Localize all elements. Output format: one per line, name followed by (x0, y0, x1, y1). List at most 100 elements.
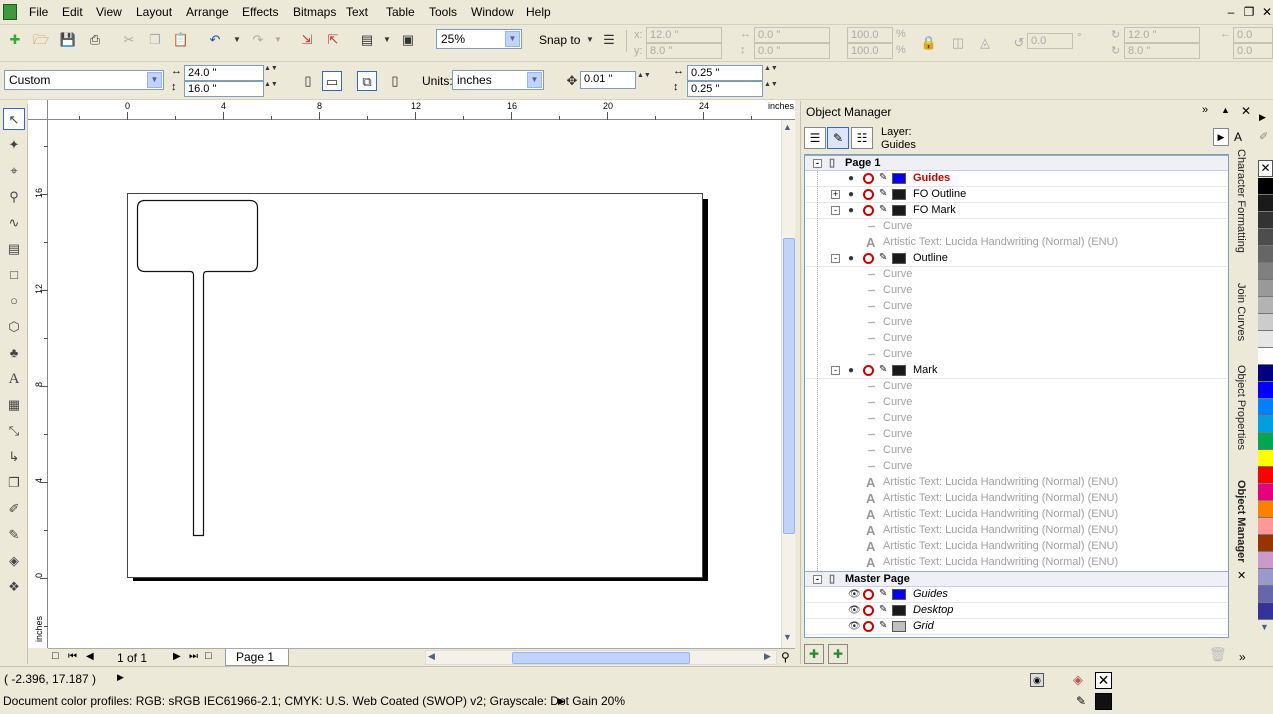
tab-character-formatting[interactable]: Character Formatting (1235, 149, 1247, 253)
duplicate-x-field[interactable]: 0.25 " (687, 65, 763, 81)
export-icon[interactable]: ⇱ (323, 30, 343, 50)
add-page-before-icon[interactable]: □ (52, 650, 59, 662)
palette-swatch[interactable] (1258, 399, 1273, 416)
object-row[interactable]: A Artistic Text: Lucida Handwriting (Norm… (805, 475, 1228, 491)
nudge-field[interactable]: 0.01 " (580, 71, 636, 89)
spin-icon[interactable]: ▲▼ (264, 65, 278, 81)
spin-icon[interactable]: ▲▼ (764, 81, 778, 97)
layer-row[interactable]: 👁 ✎ Grid (805, 619, 1228, 635)
menu-help[interactable]: Help (526, 5, 551, 19)
layer-color-swatch[interactable] (892, 621, 906, 632)
launcher-dropdown-icon[interactable]: ▼ (377, 30, 397, 50)
docker-menu-flyout-icon[interactable]: ▶ (1213, 128, 1229, 146)
height-field[interactable]: 0.0 " (754, 43, 830, 59)
layer-row[interactable]: - ● ✎ Mark (805, 363, 1228, 379)
eye-closed-icon[interactable]: ● (848, 189, 854, 200)
outline-color-swatch[interactable] (1095, 693, 1112, 710)
palette-swatch[interactable] (1258, 416, 1273, 433)
mirror-horizontal-icon[interactable]: ◫ (948, 33, 968, 53)
undo-icon[interactable]: ↶ (205, 30, 225, 50)
editable-pencil-icon[interactable]: ✎ (879, 588, 887, 599)
palette-swatch[interactable] (1258, 331, 1273, 348)
palette-swatch[interactable] (1258, 246, 1273, 263)
status-flyout-icon[interactable]: ▶ (117, 672, 124, 683)
palette-swatch[interactable] (1258, 586, 1273, 603)
object-row[interactable]: ∽ Curve (805, 267, 1228, 283)
polygon-tool-icon[interactable]: ⬡ (3, 316, 25, 338)
object-row[interactable]: A Artistic Text: Lucida Handwriting (Norm… (805, 507, 1228, 523)
basic-shapes-icon[interactable]: ♣ (3, 342, 25, 364)
eye-icon[interactable]: 👁 (848, 589, 861, 600)
layer-color-swatch[interactable] (892, 205, 906, 216)
menu-table[interactable]: Table (386, 5, 415, 19)
show-properties-icon[interactable]: ☰ (804, 127, 826, 149)
printable-toggle-icon[interactable] (863, 365, 874, 376)
collapse-toggle[interactable]: - (813, 159, 822, 168)
palette-swatch[interactable] (1258, 229, 1273, 246)
mirror-vertical-icon[interactable]: ◬ (975, 33, 995, 53)
layer-row[interactable]: - ● ✎ FO Mark (805, 203, 1228, 219)
object-row[interactable]: A Artistic Text: Lucida Handwriting (Norm… (805, 491, 1228, 507)
docker-collapse-icon[interactable]: ▲ (1221, 105, 1230, 115)
interactive-fill-icon[interactable]: ❖ (3, 576, 25, 598)
eyedropper-palette-icon[interactable]: ✐ (1259, 130, 1268, 143)
layer-color-swatch[interactable] (892, 605, 906, 616)
profiles-flyout-icon[interactable]: ▶ (558, 696, 565, 707)
chevron-down-icon[interactable]: ▼ (527, 72, 542, 88)
horizontal-scroll-thumb[interactable] (512, 652, 690, 664)
page-tab[interactable]: Page 1 (225, 649, 289, 666)
editable-pencil-icon[interactable]: ✎ (879, 604, 887, 615)
current-page-icon[interactable]: ▯ (385, 71, 405, 91)
object-row[interactable]: ∽ Curve (805, 283, 1228, 299)
lock-ratio-icon[interactable]: 🔒 (919, 33, 939, 53)
y-position-field[interactable]: 8.0 " (646, 43, 722, 59)
collapse-toggle[interactable]: - (831, 254, 840, 263)
menu-layout[interactable]: Layout (136, 5, 172, 19)
palette-swatch[interactable] (1258, 365, 1273, 382)
last-page-icon[interactable]: ⏭ (189, 651, 198, 662)
undo-dropdown-icon[interactable]: ▼ (227, 30, 247, 50)
scroll-down-icon[interactable]: ▼ (783, 632, 792, 642)
layer-color-swatch[interactable] (892, 173, 906, 184)
palette-swatch[interactable] (1258, 518, 1273, 535)
menu-view[interactable]: View (96, 5, 122, 19)
zoom-navigator-icon[interactable]: ⚲ (781, 650, 790, 664)
fill-none-swatch[interactable]: ✕ (1095, 672, 1112, 689)
new-document-icon[interactable]: ✚ (5, 30, 25, 50)
docker-close-icon[interactable]: ✕ (1241, 104, 1251, 118)
page-height-field[interactable]: 16.0 " (184, 81, 264, 97)
object-row[interactable]: ∽ Curve (805, 443, 1228, 459)
eye-closed-icon[interactable]: ● (848, 253, 854, 264)
object-row[interactable]: A Artistic Text: Lucida Handwriting (Norm… (805, 539, 1228, 555)
collapse-toggle[interactable]: - (831, 366, 840, 375)
rotation-field[interactable]: 0.0 (1027, 33, 1073, 49)
layer-manager-view-icon[interactable]: ☷ (851, 127, 873, 149)
print-icon[interactable]: ⎙ (85, 30, 105, 50)
menu-effects[interactable]: Effects (242, 5, 278, 19)
redo-icon[interactable]: ↷ (248, 30, 268, 50)
printable-toggle-icon[interactable] (863, 589, 874, 600)
page-node[interactable]: - ▯ Master Page (805, 571, 1228, 587)
center-y-field[interactable]: 8.0 " (1124, 43, 1200, 59)
layer-row[interactable]: - ● ✎ Outline (805, 251, 1228, 267)
blend-tool-icon[interactable]: ❐ (3, 472, 25, 494)
right-field-2[interactable]: 0.0 (1233, 43, 1273, 59)
zoom-tool-icon[interactable]: ⚲ (3, 186, 25, 208)
freehand-tool-icon[interactable]: ∿ (3, 212, 25, 234)
expand-toggle[interactable]: + (831, 190, 840, 199)
object-row[interactable]: A Artistic Text: Lucida Handwriting (Norm… (805, 523, 1228, 539)
object-row[interactable]: ∽ Curve (805, 219, 1228, 235)
edit-across-layers-icon[interactable]: ✎ (827, 127, 849, 149)
options-icon[interactable]: ☰ (599, 30, 619, 50)
new-master-layer-icon[interactable]: ✚ (828, 644, 848, 664)
palette-swatch[interactable] (1258, 569, 1273, 586)
layer-color-swatch[interactable] (892, 253, 906, 264)
palette-scroll-up-icon[interactable]: ▶ (1259, 112, 1266, 123)
fill-tool-icon[interactable]: ◈ (3, 550, 25, 572)
application-launcher-icon[interactable]: ▤ (357, 30, 377, 50)
object-row[interactable]: ∽ Curve (805, 427, 1228, 443)
palette-swatch[interactable] (1258, 263, 1273, 280)
shape-tool-icon[interactable]: ✦ (3, 134, 25, 156)
object-row[interactable]: A Artistic Text: Lucida Handwriting (Norm… (805, 555, 1228, 571)
menu-window[interactable]: Window (471, 5, 514, 19)
